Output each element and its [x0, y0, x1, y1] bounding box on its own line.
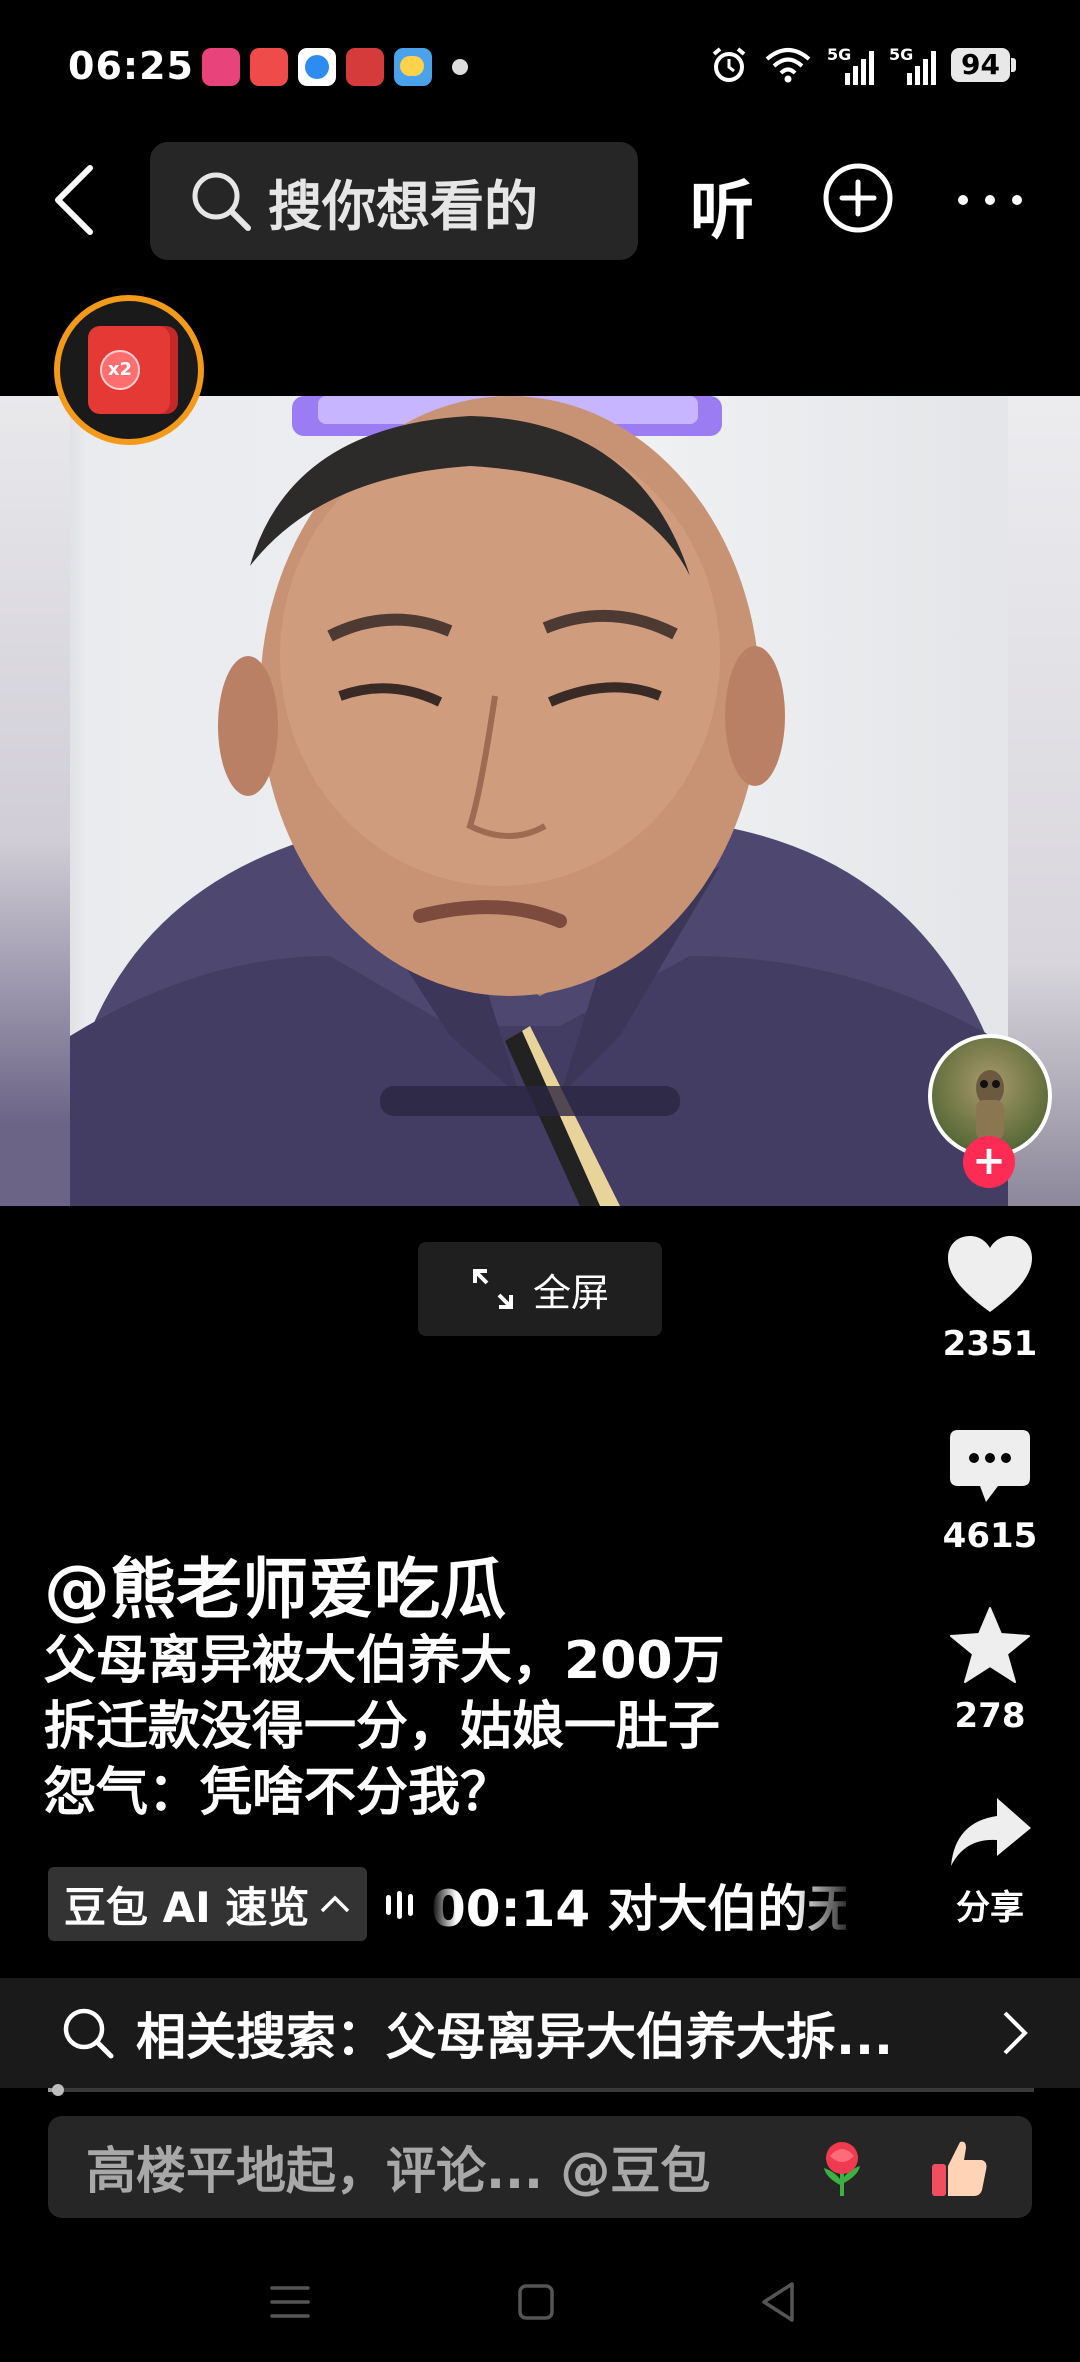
related-search-bar[interactable]: 相关搜索：父母离异大伯养大拆...	[0, 1978, 1080, 2088]
share-label: 分享	[956, 1888, 1024, 1928]
clock: 06:25	[68, 44, 194, 88]
multiplier-badge: x2	[100, 350, 140, 390]
listen-button[interactable]: 听	[690, 160, 754, 252]
notification-icons	[202, 46, 468, 88]
home-button[interactable]	[508, 2274, 564, 2330]
game-app-icon	[346, 48, 384, 86]
video-player[interactable]	[0, 396, 1080, 1206]
search-icon	[63, 2008, 114, 2059]
system-back-button[interactable]	[752, 2274, 808, 2330]
related-search-label: 相关搜索：父母离异大伯养大拆...	[136, 2008, 893, 2066]
like-button[interactable]: 2351	[930, 1234, 1050, 1364]
alarm-icon	[712, 47, 746, 82]
battery-indicator: 94	[951, 48, 1016, 82]
system-nav-bar	[0, 2240, 1080, 2362]
wifi-icon	[765, 48, 811, 83]
back-button[interactable]	[44, 160, 104, 240]
favorite-button[interactable]: 278	[930, 1606, 1050, 1736]
red-envelope-icon: x2	[88, 326, 170, 414]
status-bar: 06:25 5G 5G 94	[0, 0, 1080, 130]
post-caption[interactable]: 父母离异被大伯养大，200万 拆迁款没得一分，姑娘一肚子 怨气：凭啥不分我？	[44, 1628, 844, 1826]
plus-circle-icon	[823, 163, 893, 233]
share-icon	[951, 1798, 1031, 1866]
comment-count: 4615	[942, 1516, 1038, 1556]
playback-progress-knob[interactable]	[51, 2084, 64, 2096]
comment-input[interactable]: 高楼平地起，评论... @豆包	[48, 2116, 1032, 2218]
comment-placeholder: 高楼平地起，评论... @豆包	[86, 2142, 711, 2200]
rose-icon	[824, 2142, 860, 2196]
signal-icon: 5G	[889, 45, 937, 85]
author-name[interactable]: @熊老师爱吃瓜	[44, 1536, 506, 1632]
caption-line: 怨气：凭啥不分我？	[44, 1763, 513, 1823]
fullscreen-button[interactable]: 全屏	[418, 1242, 662, 1336]
shop-app-icon	[202, 48, 240, 86]
ai-summary-chip-label: 豆包 AI 速览	[64, 1882, 310, 1932]
dot-icon	[958, 195, 968, 205]
fullscreen-label: 全屏	[532, 1270, 609, 1315]
dot-icon	[1012, 195, 1022, 205]
system-icons: 5G 5G 94	[709, 44, 1016, 86]
thumbs-up-icon	[932, 2141, 987, 2196]
follow-button[interactable]: +	[963, 1136, 1015, 1188]
expand-icon	[472, 1269, 513, 1309]
rose-emoji-button[interactable]	[812, 2138, 872, 2198]
heart-icon	[948, 1236, 1032, 1312]
comment-icon	[950, 1430, 1030, 1502]
share-button[interactable]: 分享	[930, 1794, 1050, 1929]
square-icon	[518, 2284, 554, 2320]
chevron-right-icon	[1003, 2011, 1028, 2055]
caption-line: 父母离异被大伯养大，200万	[44, 1631, 725, 1691]
signal-icon: 5G	[827, 45, 875, 85]
audio-wave-icon	[386, 1891, 413, 1919]
search-input[interactable]: 搜你想看的	[150, 142, 638, 260]
browser-app-icon	[298, 48, 336, 86]
chevron-up-icon	[321, 1895, 350, 1913]
search-placeholder: 搜你想看的	[268, 174, 538, 238]
thumbs-up-emoji-button[interactable]	[928, 2136, 992, 2200]
dot-icon	[985, 195, 995, 205]
add-button[interactable]	[822, 162, 894, 234]
more-notifications-dot	[452, 59, 468, 75]
caption-line: 拆迁款没得一分，姑娘一肚子	[44, 1697, 721, 1757]
star-icon	[950, 1607, 1030, 1683]
red-packet-button[interactable]: x2	[54, 295, 204, 445]
search-icon	[192, 172, 251, 231]
recents-button[interactable]	[262, 2274, 318, 2330]
ai-summary-ticker[interactable]: 00:14 对大伯的无	[386, 1868, 846, 1942]
video-frame-person	[70, 396, 1008, 1206]
triangle-back-icon	[762, 2282, 794, 2322]
favorite-count: 278	[954, 1696, 1026, 1736]
ai-summary-text: 00:14 对大伯的无	[431, 1880, 846, 1938]
chevron-left-icon	[55, 165, 93, 235]
menu-icon	[270, 2286, 310, 2318]
playback-progress-bar[interactable]	[48, 2084, 1034, 2096]
ai-summary-chip[interactable]: 豆包 AI 速览	[48, 1867, 368, 1941]
like-count: 2351	[942, 1324, 1038, 1364]
more-options-button[interactable]	[958, 190, 1022, 210]
weather-app-icon	[394, 48, 432, 86]
video-app-icon	[250, 48, 288, 86]
comment-button[interactable]: 4615	[930, 1428, 1050, 1556]
